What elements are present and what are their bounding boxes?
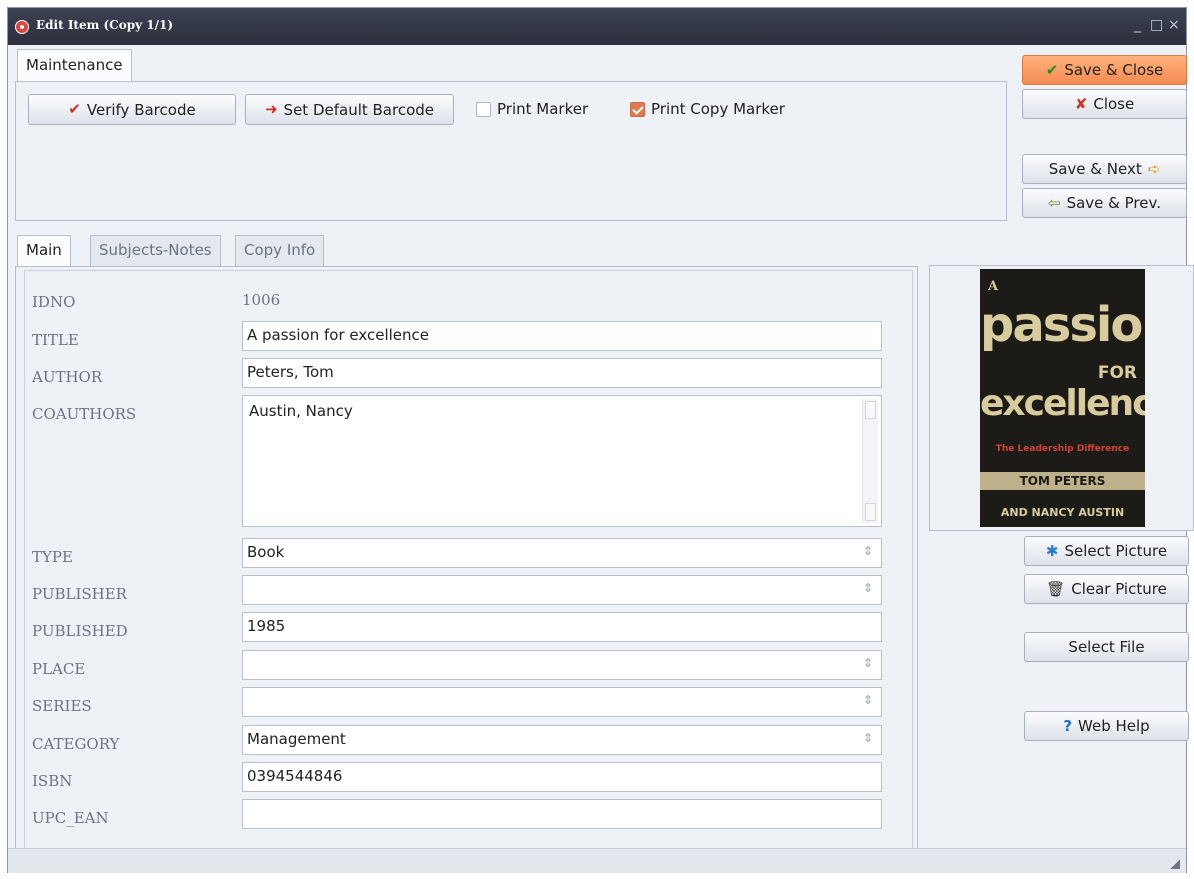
coauthors-textarea[interactable]: Austin, Nancy (242, 395, 882, 527)
close-button[interactable]: ✘ Close (1022, 89, 1187, 119)
author-label: AUTHOR (32, 368, 103, 386)
check-icon: ✔ (68, 100, 81, 118)
verify-barcode-label: Verify Barcode (86, 100, 196, 119)
cover-author-1: TOM PETERS (980, 472, 1145, 490)
set-default-barcode-label: Set Default Barcode (283, 100, 435, 119)
print-copy-marker-checkbox[interactable]: Print Copy Marker (630, 100, 785, 118)
checkmark-icon: ✔ (1045, 60, 1059, 79)
tab-maintenance[interactable]: Maintenance (17, 49, 132, 82)
cover-title-passion: passion (980, 297, 1145, 353)
close-label: Close (1093, 95, 1135, 113)
published-label: PUBLISHED (32, 622, 128, 640)
type-select[interactable]: Book (242, 538, 882, 568)
title-label: TITLE (32, 331, 79, 349)
type-label: TYPE (32, 548, 73, 566)
upc-ean-label: UPC_EAN (32, 809, 109, 827)
book-cover-image: A passion FOR excellence The Leadership … (980, 269, 1145, 527)
place-label: PLACE (32, 660, 86, 678)
coauthors-scrollbar[interactable] (862, 399, 878, 523)
web-help-label: Web Help (1078, 717, 1150, 735)
upc-ean-field[interactable] (242, 799, 882, 829)
place-select[interactable] (242, 650, 882, 680)
trash-icon: 🗑 (1046, 579, 1066, 598)
published-field[interactable]: 1985 (242, 612, 882, 642)
arrow-right-icon: ➪ (1147, 159, 1161, 178)
set-default-barcode-button[interactable]: ➜ Set Default Barcode (245, 94, 454, 125)
tab-subjects-notes[interactable]: Subjects-Notes (90, 235, 221, 267)
isbn-label: ISBN (32, 772, 73, 790)
x-icon: ✘ (1074, 94, 1088, 113)
series-label: SERIES (32, 697, 92, 715)
resize-grip-icon[interactable] (1170, 859, 1180, 869)
cover-subtitle: The Leadership Difference (995, 444, 1130, 454)
cover-title-excellence: excellence (980, 383, 1145, 424)
select-picture-label: Select Picture (1064, 542, 1168, 560)
save-close-label: Save & Close (1064, 61, 1164, 79)
edit-item-window: Edit Item (Copy 1/1) _ □ × Maintenance ✔… (7, 7, 1194, 873)
verify-barcode-button[interactable]: ✔ Verify Barcode (28, 94, 236, 125)
coauthors-label: COAUTHORS (32, 405, 137, 423)
select-picture-button[interactable]: ✱ Select Picture (1024, 536, 1189, 566)
minimize-button[interactable]: _ (1134, 17, 1141, 33)
publisher-label: PUBLISHER (32, 585, 127, 603)
cover-title-for: FOR (1097, 363, 1137, 383)
cover-picture-frame: A passion FOR excellence The Leadership … (929, 265, 1194, 531)
window-title: Edit Item (Copy 1/1) (36, 18, 174, 32)
close-window-button[interactable]: × (1168, 17, 1180, 33)
question-icon: ? (1063, 716, 1073, 735)
arrow-left-icon: ⇦ (1048, 193, 1061, 212)
category-select[interactable]: Management (242, 725, 882, 755)
status-bar (8, 848, 1186, 873)
select-file-label: Select File (1068, 638, 1145, 656)
isbn-field[interactable]: 0394544846 (242, 762, 882, 792)
app-icon (15, 20, 29, 34)
clear-picture-label: Clear Picture (1071, 580, 1167, 598)
scroll-up-button[interactable] (865, 401, 876, 419)
save-prev-button[interactable]: ⇦ Save & Prev. (1022, 188, 1187, 218)
print-marker-checkbox[interactable]: Print Marker (476, 100, 588, 118)
print-marker-box[interactable] (476, 101, 491, 117)
select-file-button[interactable]: Select File (1024, 632, 1189, 662)
publisher-select[interactable] (242, 575, 882, 605)
maximize-button[interactable]: □ (1150, 17, 1163, 33)
save-next-button[interactable]: Save & Next ➪ (1022, 154, 1187, 184)
tab-copy-info[interactable]: Copy Info (235, 235, 325, 267)
save-prev-label: Save & Prev. (1066, 194, 1161, 212)
category-label: CATEGORY (32, 735, 120, 753)
title-bar[interactable]: Edit Item (Copy 1/1) _ □ × (8, 8, 1186, 45)
scroll-down-button[interactable] (865, 503, 876, 521)
save-close-button[interactable]: ✔ Save & Close (1022, 55, 1187, 85)
web-help-button[interactable]: ? Web Help (1024, 711, 1189, 741)
title-field[interactable]: A passion for excellence (242, 321, 882, 351)
export-arrow-icon: ➜ (264, 100, 278, 118)
print-copy-marker-label: Print Copy Marker (651, 100, 785, 118)
series-select[interactable] (242, 687, 882, 717)
idno-value: 1006 (242, 291, 281, 309)
idno-label: IDNO (32, 293, 76, 311)
print-marker-label: Print Marker (497, 100, 589, 118)
clear-picture-button[interactable]: 🗑 Clear Picture (1024, 574, 1189, 604)
coauthors-value: Austin, Nancy (249, 402, 353, 420)
author-field[interactable]: Peters, Tom (242, 358, 882, 388)
print-copy-marker-box[interactable] (630, 101, 645, 117)
picture-icon: ✱ (1045, 541, 1059, 560)
save-next-label: Save & Next (1048, 160, 1142, 178)
cover-author-2: AND NANCY AUSTIN (1000, 506, 1125, 519)
tab-main[interactable]: Main (17, 235, 71, 269)
cover-a-text: A (988, 279, 999, 294)
